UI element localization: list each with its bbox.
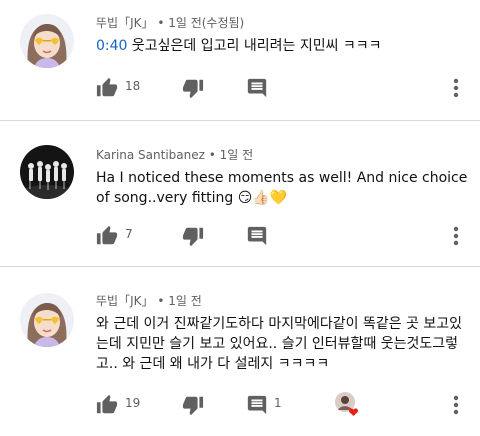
header-separator: • (153, 16, 169, 30)
comment-header: Karina Santibanez • 1일 전 (96, 146, 253, 163)
dislike-icon[interactable] (182, 224, 204, 248)
comment-header: 뚜빕「JK」 • 1일 전(수정됨) (96, 14, 244, 31)
header-separator: • (204, 148, 220, 162)
author-name[interactable]: Karina Santibanez (96, 148, 205, 162)
creator-heart-icon (335, 392, 359, 416)
author-name[interactable]: 뚜빕「JK」 (96, 16, 154, 30)
comment-time[interactable]: 1일 전 (168, 294, 202, 308)
header-separator: • (153, 294, 169, 308)
dislike-icon[interactable] (182, 393, 204, 417)
reply-icon[interactable] (246, 224, 268, 248)
like-icon[interactable] (96, 393, 118, 417)
comment-thread-2: Karina Santibanez • 1일 전 Ha I noticed th… (0, 121, 480, 266)
comment-body: 와 근데 이거 진짜같기도하다 마지막에다같이 똑같은 곳 보고있는데 지민만 … (96, 316, 463, 372)
author-avatar[interactable] (20, 145, 74, 199)
dislike-icon[interactable] (182, 76, 204, 100)
reply-count: 1 (274, 396, 282, 410)
like-count: 19 (125, 396, 141, 410)
comment-actions: 18 (96, 76, 468, 100)
comment-text: Ha I noticed these moments as well! And … (96, 168, 468, 208)
comment-text: 0:40 웃고싶은데 입고리 내리려는 지민씨 ㅋㅋㅋ (96, 36, 468, 56)
comment-body: 웃고싶은데 입고리 내리려는 지민씨 ㅋㅋㅋ (127, 38, 382, 54)
comment-actions: 7 (96, 224, 468, 248)
comment-time[interactable]: 1일 전 (220, 148, 254, 162)
comment-header: 뚜빕「JK」 • 1일 전 (96, 292, 202, 309)
author-avatar[interactable] (20, 14, 74, 68)
reply-icon[interactable] (246, 393, 268, 417)
like-count: 18 (125, 79, 141, 93)
author-avatar[interactable] (20, 293, 74, 347)
comment-thread-3: 뚜빕「JK」 • 1일 전 와 근데 이거 진짜같기도하다 마지막에다같이 똑같… (0, 267, 480, 436)
reply-icon[interactable] (246, 76, 268, 100)
like-icon[interactable] (96, 224, 118, 248)
like-count: 7 (125, 227, 133, 241)
author-name[interactable]: 뚜빕「JK」 (96, 294, 154, 308)
comment-text: 와 근데 이거 진짜같기도하다 마지막에다같이 똑같은 곳 보고있는데 지민만 … (96, 314, 468, 374)
like-icon[interactable] (96, 76, 118, 100)
more-options-icon[interactable] (452, 393, 460, 417)
comment-actions: 19 1 (96, 392, 468, 417)
more-options-icon[interactable] (452, 224, 460, 248)
timestamp-link[interactable]: 0:40 (96, 38, 127, 54)
comment-body: Ha I noticed these moments as well! And … (96, 170, 468, 206)
comment-time[interactable]: 1일 전(수정됨) (168, 16, 244, 30)
more-options-icon[interactable] (452, 76, 460, 100)
comment-thread-1: 뚜빕「JK」 • 1일 전(수정됨) 0:40 웃고싶은데 입고리 내리려는 지… (0, 0, 480, 120)
